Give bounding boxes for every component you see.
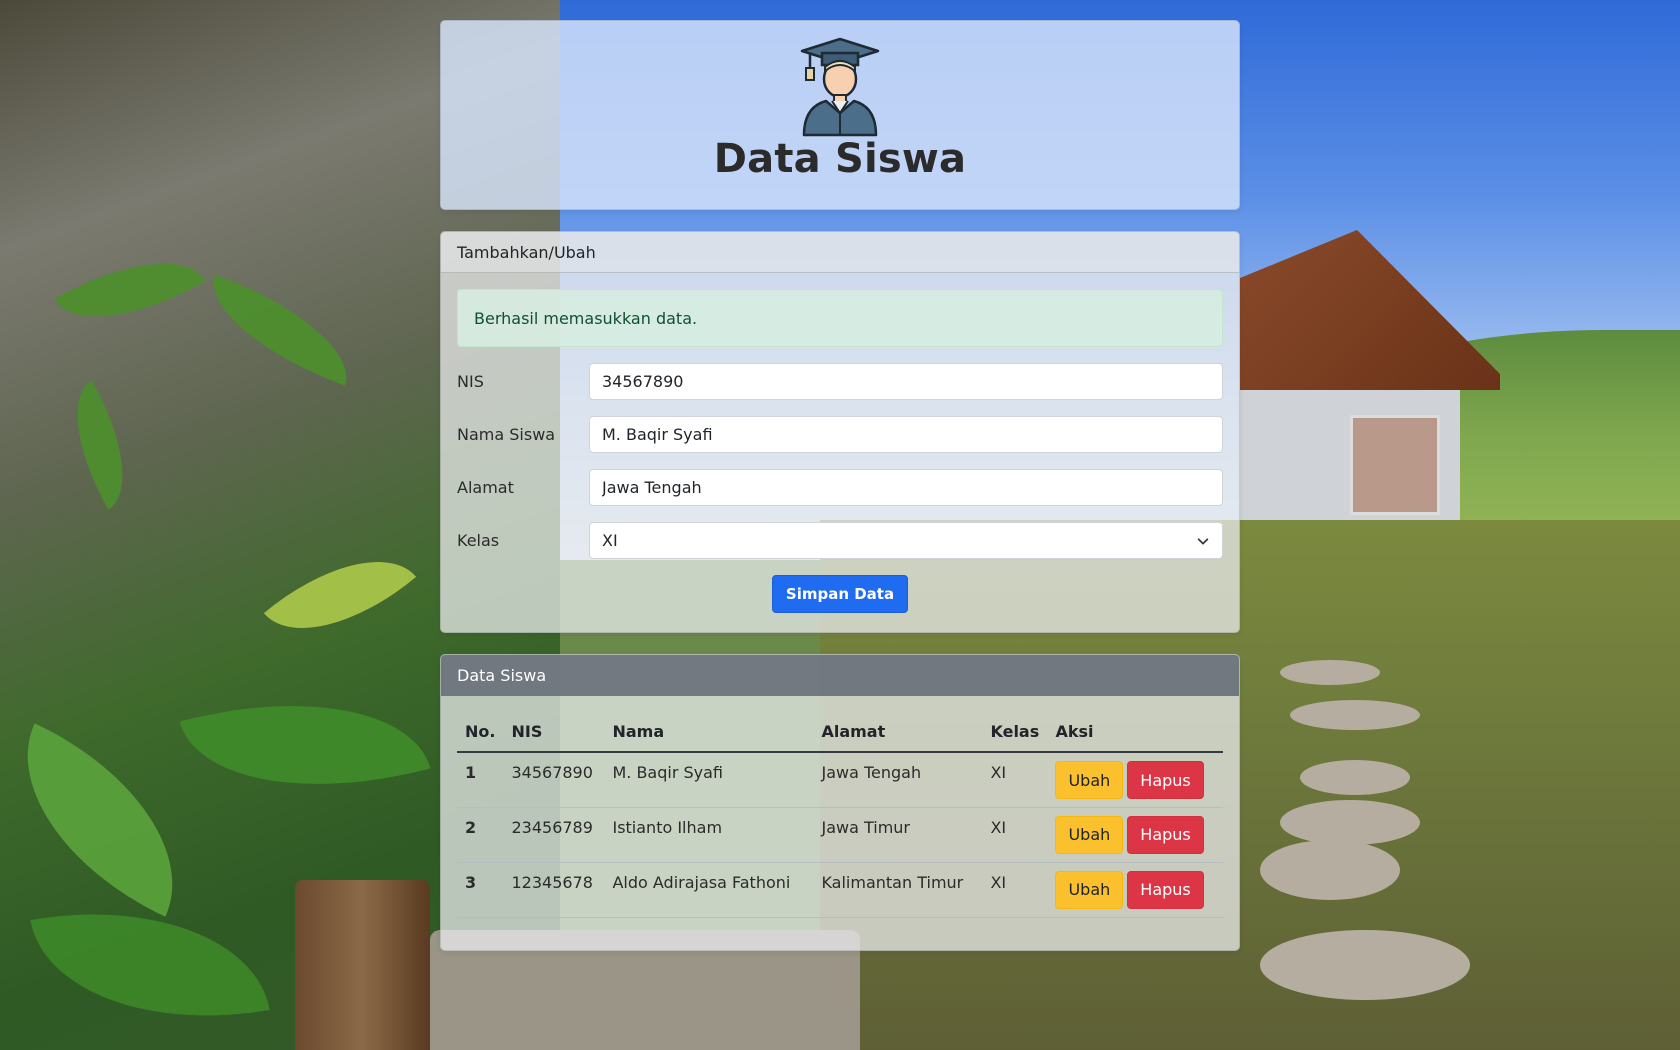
student-graduate-icon — [800, 37, 880, 137]
cell-actions: Ubah Hapus — [1047, 752, 1223, 808]
cell-nama: Aldo Adirajasa Fathoni — [604, 862, 814, 918]
kelas-selected-value: XI — [602, 531, 618, 550]
cell-nama: M. Baqir Syafi — [604, 752, 814, 808]
alamat-row: Alamat — [457, 469, 1223, 506]
edit-button[interactable]: Ubah — [1055, 870, 1124, 909]
table-row: 2 23456789 Istianto Ilham Jawa Timur XI … — [457, 807, 1223, 863]
edit-button[interactable]: Ubah — [1055, 761, 1124, 799]
nama-row: Nama Siswa — [457, 416, 1223, 453]
delete-button[interactable]: Hapus — [1127, 870, 1204, 909]
cell-nis: 34567890 — [503, 752, 605, 808]
cell-no: 1 — [457, 752, 504, 808]
nis-input[interactable] — [602, 372, 1210, 391]
student-table: No. NIS Nama Alamat Kelas Aksi 1 3456789… — [457, 712, 1223, 918]
page-header: Data Siswa — [440, 20, 1240, 210]
table-card: Data Siswa No. NIS Nama Alamat Kelas Aks… — [440, 654, 1240, 951]
nama-label: Nama Siswa — [457, 425, 556, 444]
kelas-select[interactable]: XI — [589, 522, 1223, 559]
form-card-header: Tambahkan/Ubah — [441, 232, 1239, 273]
table-row: 3 12345678 Aldo Adirajasa Fathoni Kalima… — [457, 862, 1223, 918]
cell-alamat: Jawa Tengah — [813, 752, 983, 808]
cell-actions: Ubah Hapus — [1047, 807, 1223, 863]
alamat-field-box — [589, 469, 1223, 506]
nis-row: NIS — [457, 363, 1223, 400]
cell-no: 3 — [457, 862, 504, 918]
alamat-input[interactable] — [602, 478, 1210, 497]
alamat-label: Alamat — [457, 478, 514, 497]
cell-alamat: Jawa Timur — [813, 807, 983, 863]
cell-kelas: XI — [982, 807, 1048, 863]
nis-field-box — [589, 363, 1223, 400]
column-header-no: No. — [457, 712, 504, 753]
table-header-row: No. NIS Nama Alamat Kelas Aksi — [457, 712, 1223, 753]
delete-button[interactable]: Hapus — [1127, 815, 1204, 854]
cell-nama: Istianto Ilham — [604, 807, 814, 863]
main-container: Data Siswa Tambahkan/Ubah Berhasil memas… — [440, 20, 1240, 951]
kelas-label: Kelas — [457, 531, 500, 550]
column-header-kelas: Kelas — [982, 712, 1048, 753]
column-header-nis: NIS — [503, 712, 605, 753]
form-card: Tambahkan/Ubah Berhasil memasukkan data.… — [440, 231, 1240, 633]
cell-nis: 12345678 — [503, 862, 605, 918]
success-alert: Berhasil memasukkan data. — [457, 289, 1223, 347]
cell-kelas: XI — [982, 752, 1048, 808]
cell-no: 2 — [457, 807, 504, 863]
cell-kelas: XI — [982, 862, 1048, 918]
cell-actions: Ubah Hapus — [1047, 862, 1223, 918]
table-row: 1 34567890 M. Baqir Syafi Jawa Tengah XI… — [457, 752, 1223, 808]
cell-alamat: Kalimantan Timur — [813, 862, 983, 918]
nama-field-box — [589, 416, 1223, 453]
column-header-nama: Nama — [604, 712, 814, 753]
column-header-alamat: Alamat — [813, 712, 983, 753]
cell-nis: 23456789 — [503, 807, 605, 863]
delete-button[interactable]: Hapus — [1127, 761, 1204, 799]
nis-label: NIS — [457, 372, 484, 391]
nama-input[interactable] — [602, 425, 1210, 444]
table-card-header: Data Siswa — [441, 655, 1239, 696]
chevron-down-icon — [1197, 537, 1209, 544]
kelas-row: Kelas XI — [457, 522, 1223, 559]
column-header-aksi: Aksi — [1047, 712, 1223, 753]
save-button[interactable]: Simpan Data — [771, 575, 909, 613]
page-title: Data Siswa — [713, 136, 967, 182]
edit-button[interactable]: Ubah — [1055, 815, 1124, 854]
